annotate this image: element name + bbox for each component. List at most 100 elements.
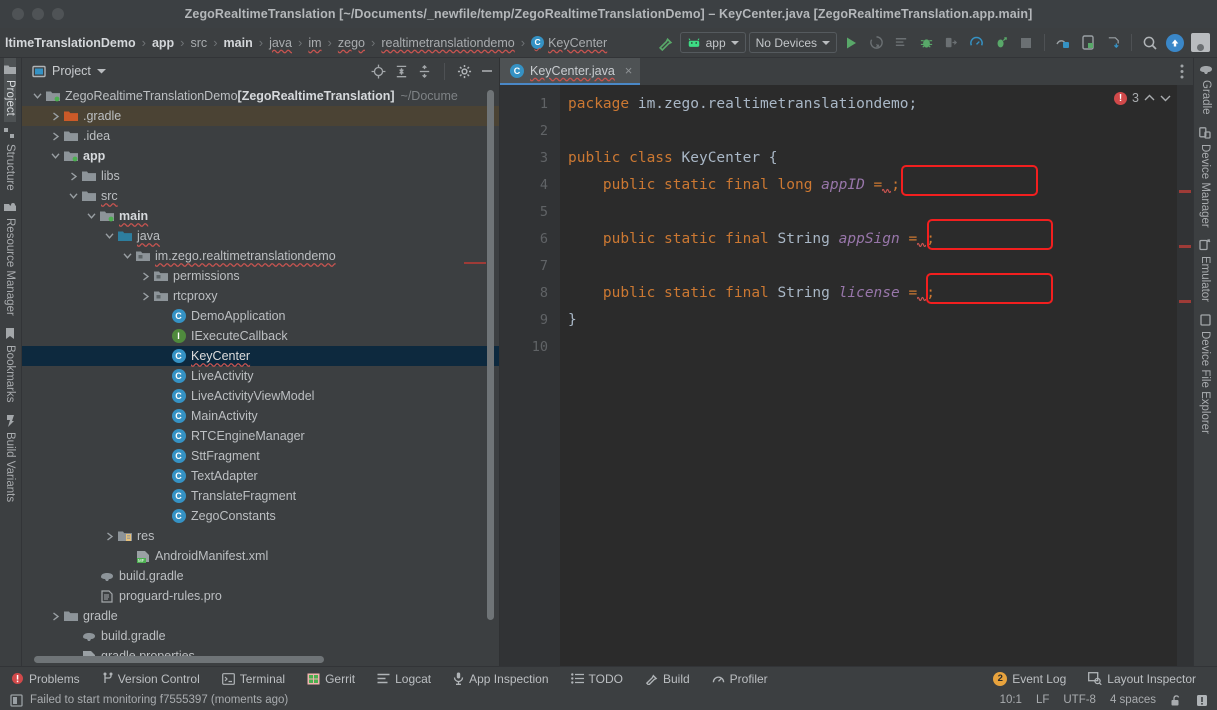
rail-item-device-manager[interactable]: Device Manager <box>1199 121 1211 234</box>
module-selector[interactable]: app <box>679 32 746 53</box>
settings-gear-icon[interactable] <box>457 64 472 79</box>
tool-window-problems[interactable]: Problems <box>0 672 91 686</box>
error-stripe-mark[interactable] <box>1179 300 1191 303</box>
lock-icon[interactable] <box>1170 694 1182 707</box>
code-line[interactable] <box>568 118 1193 145</box>
breadcrumb-item-realtimetranslationdemo[interactable]: realtimetranslationdemo <box>376 36 519 50</box>
tree-row-proguard-rules.pro[interactable]: proguard-rules.pro <box>22 586 500 606</box>
locate-icon[interactable] <box>371 64 386 79</box>
rail-item-bookmarks[interactable]: Bookmarks <box>4 322 16 409</box>
sdk-manager-icon[interactable] <box>1052 32 1074 54</box>
tool-window-layout-inspector[interactable]: Layout Inspector <box>1077 672 1207 686</box>
error-stripe-mark[interactable] <box>1179 245 1191 248</box>
file-encoding[interactable]: UTF-8 <box>1063 694 1096 706</box>
apply-changes-restart-icon[interactable] <box>890 32 912 54</box>
breadcrumb-item-java[interactable]: java <box>264 36 297 50</box>
line-separator[interactable]: LF <box>1036 694 1049 706</box>
tree-row-permissions[interactable]: permissions <box>22 266 500 286</box>
indent-setting[interactable]: 4 spaces <box>1110 694 1156 706</box>
code-area[interactable]: 1 2 3 4 5 6 7 8 9 10 package im.zego.realtimetran… <box>500 85 1193 666</box>
tree-row-mainactivity[interactable]: C MainActivity <box>22 406 500 426</box>
tree-row-build.gradle[interactable]: build.gradle <box>22 626 500 646</box>
tree-row-zegorealtimetranslationdemo[interactable]: ZegoRealtimeTranslationDemo [ZegoRealtim… <box>22 86 500 106</box>
tree-row-res[interactable]: res <box>22 526 500 546</box>
tree-row-gradle[interactable]: gradle <box>22 606 500 626</box>
breadcrumb-item-main[interactable]: main <box>219 36 258 50</box>
breadcrumb-item-zego[interactable]: zego <box>333 36 370 50</box>
tree-row-androidmanifest.xml[interactable]: MF AndroidManifest.xml <box>22 546 500 566</box>
apply-code-changes-icon[interactable] <box>865 32 887 54</box>
tree-row-demoapplication[interactable]: C DemoApplication <box>22 306 500 326</box>
tree-row-src[interactable]: src <box>22 186 500 206</box>
run-icon[interactable] <box>840 32 862 54</box>
code-line[interactable]: public static final String appSign =; <box>568 226 1193 253</box>
chevron-down-icon[interactable] <box>86 211 97 222</box>
rail-item-gradle[interactable]: Gradle <box>1199 58 1213 121</box>
tree-row-sttfragment[interactable]: C SttFragment <box>22 446 500 466</box>
build-hammer-icon[interactable] <box>655 32 677 54</box>
chevron-right-icon[interactable] <box>50 131 61 142</box>
chevron-right-icon[interactable] <box>140 291 151 302</box>
chevron-right-icon[interactable] <box>104 531 115 542</box>
project-vertical-scrollbar[interactable] <box>487 90 494 620</box>
run-with-coverage-icon[interactable] <box>990 32 1012 54</box>
tool-window-todo[interactable]: TODO <box>560 672 634 686</box>
stop-icon[interactable] <box>1015 32 1037 54</box>
tool-window-profiler[interactable]: Profiler <box>701 672 779 686</box>
prev-error-icon[interactable] <box>1144 94 1155 102</box>
tree-row-liveactivityviewmodel[interactable]: C LiveActivityViewModel <box>22 386 500 406</box>
chevron-right-icon[interactable] <box>68 171 79 182</box>
code-line[interactable]: public class KeyCenter { <box>568 145 1193 172</box>
chevron-down-icon[interactable] <box>96 68 106 74</box>
tree-row-translatefragment[interactable]: C TranslateFragment <box>22 486 500 506</box>
project-file-tree[interactable]: ZegoRealtimeTranslationDemo [ZegoRealtim… <box>22 84 500 666</box>
collapse-all-icon[interactable] <box>417 64 432 79</box>
breadcrumb-item-ltimetranslationdemo[interactable]: ltimeTranslationDemo <box>0 36 141 50</box>
notification-icon[interactable] <box>1196 694 1208 707</box>
breadcrumb-item-keycenter[interactable]: C KeyCenter <box>526 36 612 50</box>
tool-window-terminal[interactable]: Terminal <box>211 672 296 686</box>
profiler-icon[interactable] <box>965 32 987 54</box>
avatar-icon[interactable] <box>1189 32 1211 54</box>
tool-window-app-inspection[interactable]: App Inspection <box>442 672 559 686</box>
code-line[interactable] <box>568 334 1193 361</box>
breadcrumb[interactable]: ltimeTranslationDemo › app › src › main › java › i… <box>0 28 612 57</box>
sync-gradle-icon[interactable] <box>1102 32 1124 54</box>
chevron-down-icon[interactable] <box>122 251 133 262</box>
close-tab-icon[interactable]: × <box>625 63 633 78</box>
tree-row-im.zego.realtimetranslationdemo[interactable]: im.zego.realtimetranslationdemo <box>22 246 500 266</box>
device-selector[interactable]: No Devices <box>748 32 837 53</box>
error-stripe-mark[interactable] <box>1179 190 1191 193</box>
tree-row-.idea[interactable]: .idea <box>22 126 500 146</box>
hide-panel-icon[interactable] <box>480 64 494 78</box>
tool-window-version-control[interactable]: Version Control <box>91 672 211 686</box>
tool-window-event-log[interactable]: 2 Event Log <box>982 671 1077 686</box>
next-error-icon[interactable] <box>1160 94 1171 102</box>
tool-window-build[interactable]: Build <box>634 672 701 686</box>
rail-item-device-file-explorer[interactable]: Device File Explorer <box>1199 308 1211 440</box>
project-horizontal-scrollbar[interactable] <box>34 656 324 663</box>
source-code[interactable]: package im.zego.realtimetranslationdemo;… <box>560 85 1193 666</box>
tree-row-liveactivity[interactable]: C LiveActivity <box>22 366 500 386</box>
error-stripe-gutter[interactable] <box>1177 85 1193 666</box>
code-line[interactable]: package im.zego.realtimetranslationdemo; <box>568 91 1193 118</box>
tree-row-zegoconstants[interactable]: C ZegoConstants <box>22 506 500 526</box>
code-line[interactable]: } <box>568 307 1193 334</box>
tree-row-iexecutecallback[interactable]: I IExecuteCallback <box>22 326 500 346</box>
chevron-down-icon[interactable] <box>50 151 61 162</box>
breadcrumb-item-im[interactable]: im <box>303 36 326 50</box>
tree-row-rtcenginemanager[interactable]: C RTCEngineManager <box>22 426 500 446</box>
attach-debugger-icon[interactable] <box>940 32 962 54</box>
tree-row-main[interactable]: main <box>22 206 500 226</box>
tool-window-gerrit[interactable]: Gerrit <box>296 672 366 686</box>
tree-row-libs[interactable]: libs <box>22 166 500 186</box>
chevron-right-icon[interactable] <box>50 111 61 122</box>
editor-options-icon[interactable] <box>1171 58 1193 85</box>
breadcrumb-item-src[interactable]: src <box>186 36 213 50</box>
rail-item-emulator[interactable]: Emulator <box>1199 233 1211 308</box>
tree-row-rtcproxy[interactable]: rtcproxy <box>22 286 500 306</box>
inspection-widget[interactable]: ! 3 <box>1114 91 1171 105</box>
status-message[interactable]: Failed to start monitoring f7555397 (mom… <box>30 694 288 706</box>
tool-window-logcat[interactable]: Logcat <box>366 672 442 686</box>
rail-item-structure[interactable]: Structure <box>4 122 16 197</box>
